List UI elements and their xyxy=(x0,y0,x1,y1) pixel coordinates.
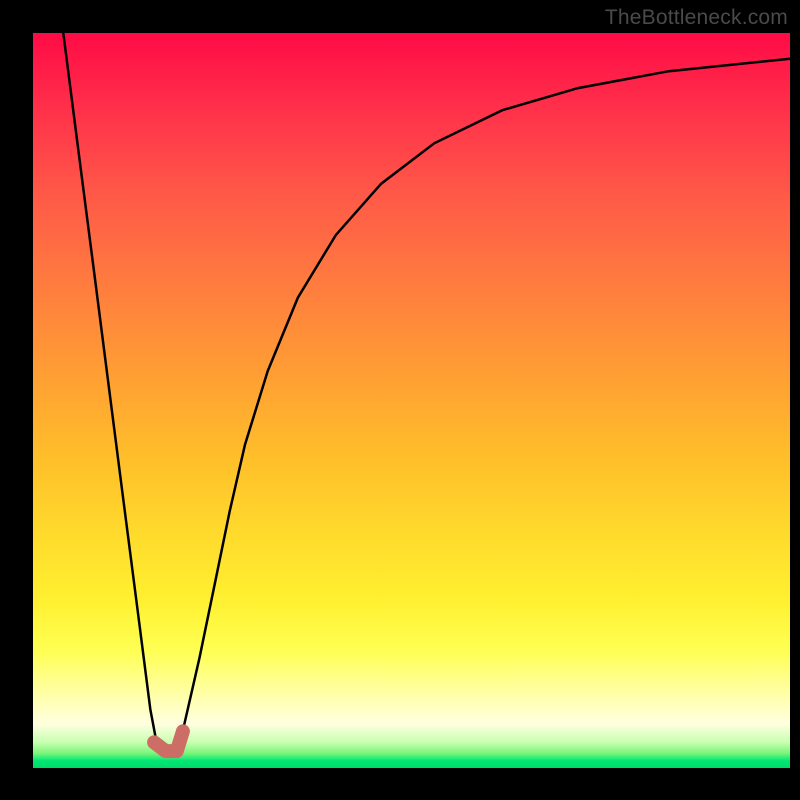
chart-frame: TheBottleneck.com xyxy=(0,0,800,800)
plot-area xyxy=(33,33,790,768)
chart-svg xyxy=(33,33,790,768)
marker-segment xyxy=(154,731,183,751)
watermark-text: TheBottleneck.com xyxy=(605,6,788,30)
bottleneck-curve xyxy=(63,33,790,750)
